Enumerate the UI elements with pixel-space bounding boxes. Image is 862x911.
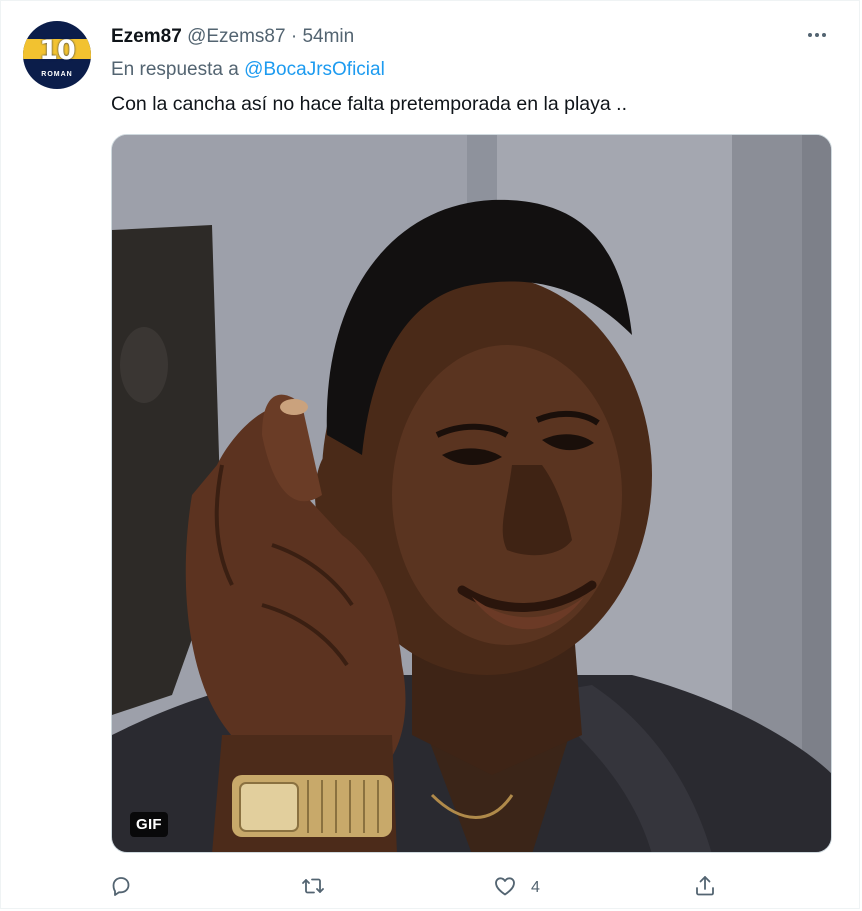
user-handle[interactable]: @Ezems87 [187,26,286,47]
separator-dot: · [290,26,298,47]
tweet-media-gif[interactable]: GIF [111,134,832,853]
more-icon[interactable] [805,23,829,47]
display-name[interactable]: Ezem87 [111,26,182,47]
reply-icon [109,874,133,903]
avatar[interactable]: 10 ROMAN [23,21,91,89]
tweet-time[interactable]: 54min [302,26,354,47]
like-count: 4 [531,879,540,896]
reply-mention-link[interactable]: @BocaJrsOficial [244,59,385,80]
tweet-actions: 4 [109,872,721,904]
retweet-icon [301,874,325,903]
like-icon [493,874,517,903]
avatar-number: 10 [39,35,76,66]
share-icon [693,874,717,903]
gif-badge: GIF [130,812,168,837]
tweet-card[interactable]: 10 ROMAN Ezem87 @Ezems87 · 54min En resp… [0,0,860,909]
tweet-text: Con la cancha así no hace falta pretempo… [111,93,627,115]
share-button[interactable] [693,874,731,902]
reply-context: En respuesta a @BocaJrsOficial [111,58,385,82]
avatar-label: ROMAN [41,71,73,78]
like-button[interactable]: 4 [493,874,540,902]
reply-prefix: En respuesta a [111,59,239,80]
reply-button[interactable] [109,874,147,902]
tweet-header: Ezem87 @Ezems87 · 54min [111,25,354,49]
gif-frame-image [112,135,831,852]
retweet-button[interactable] [301,874,339,902]
